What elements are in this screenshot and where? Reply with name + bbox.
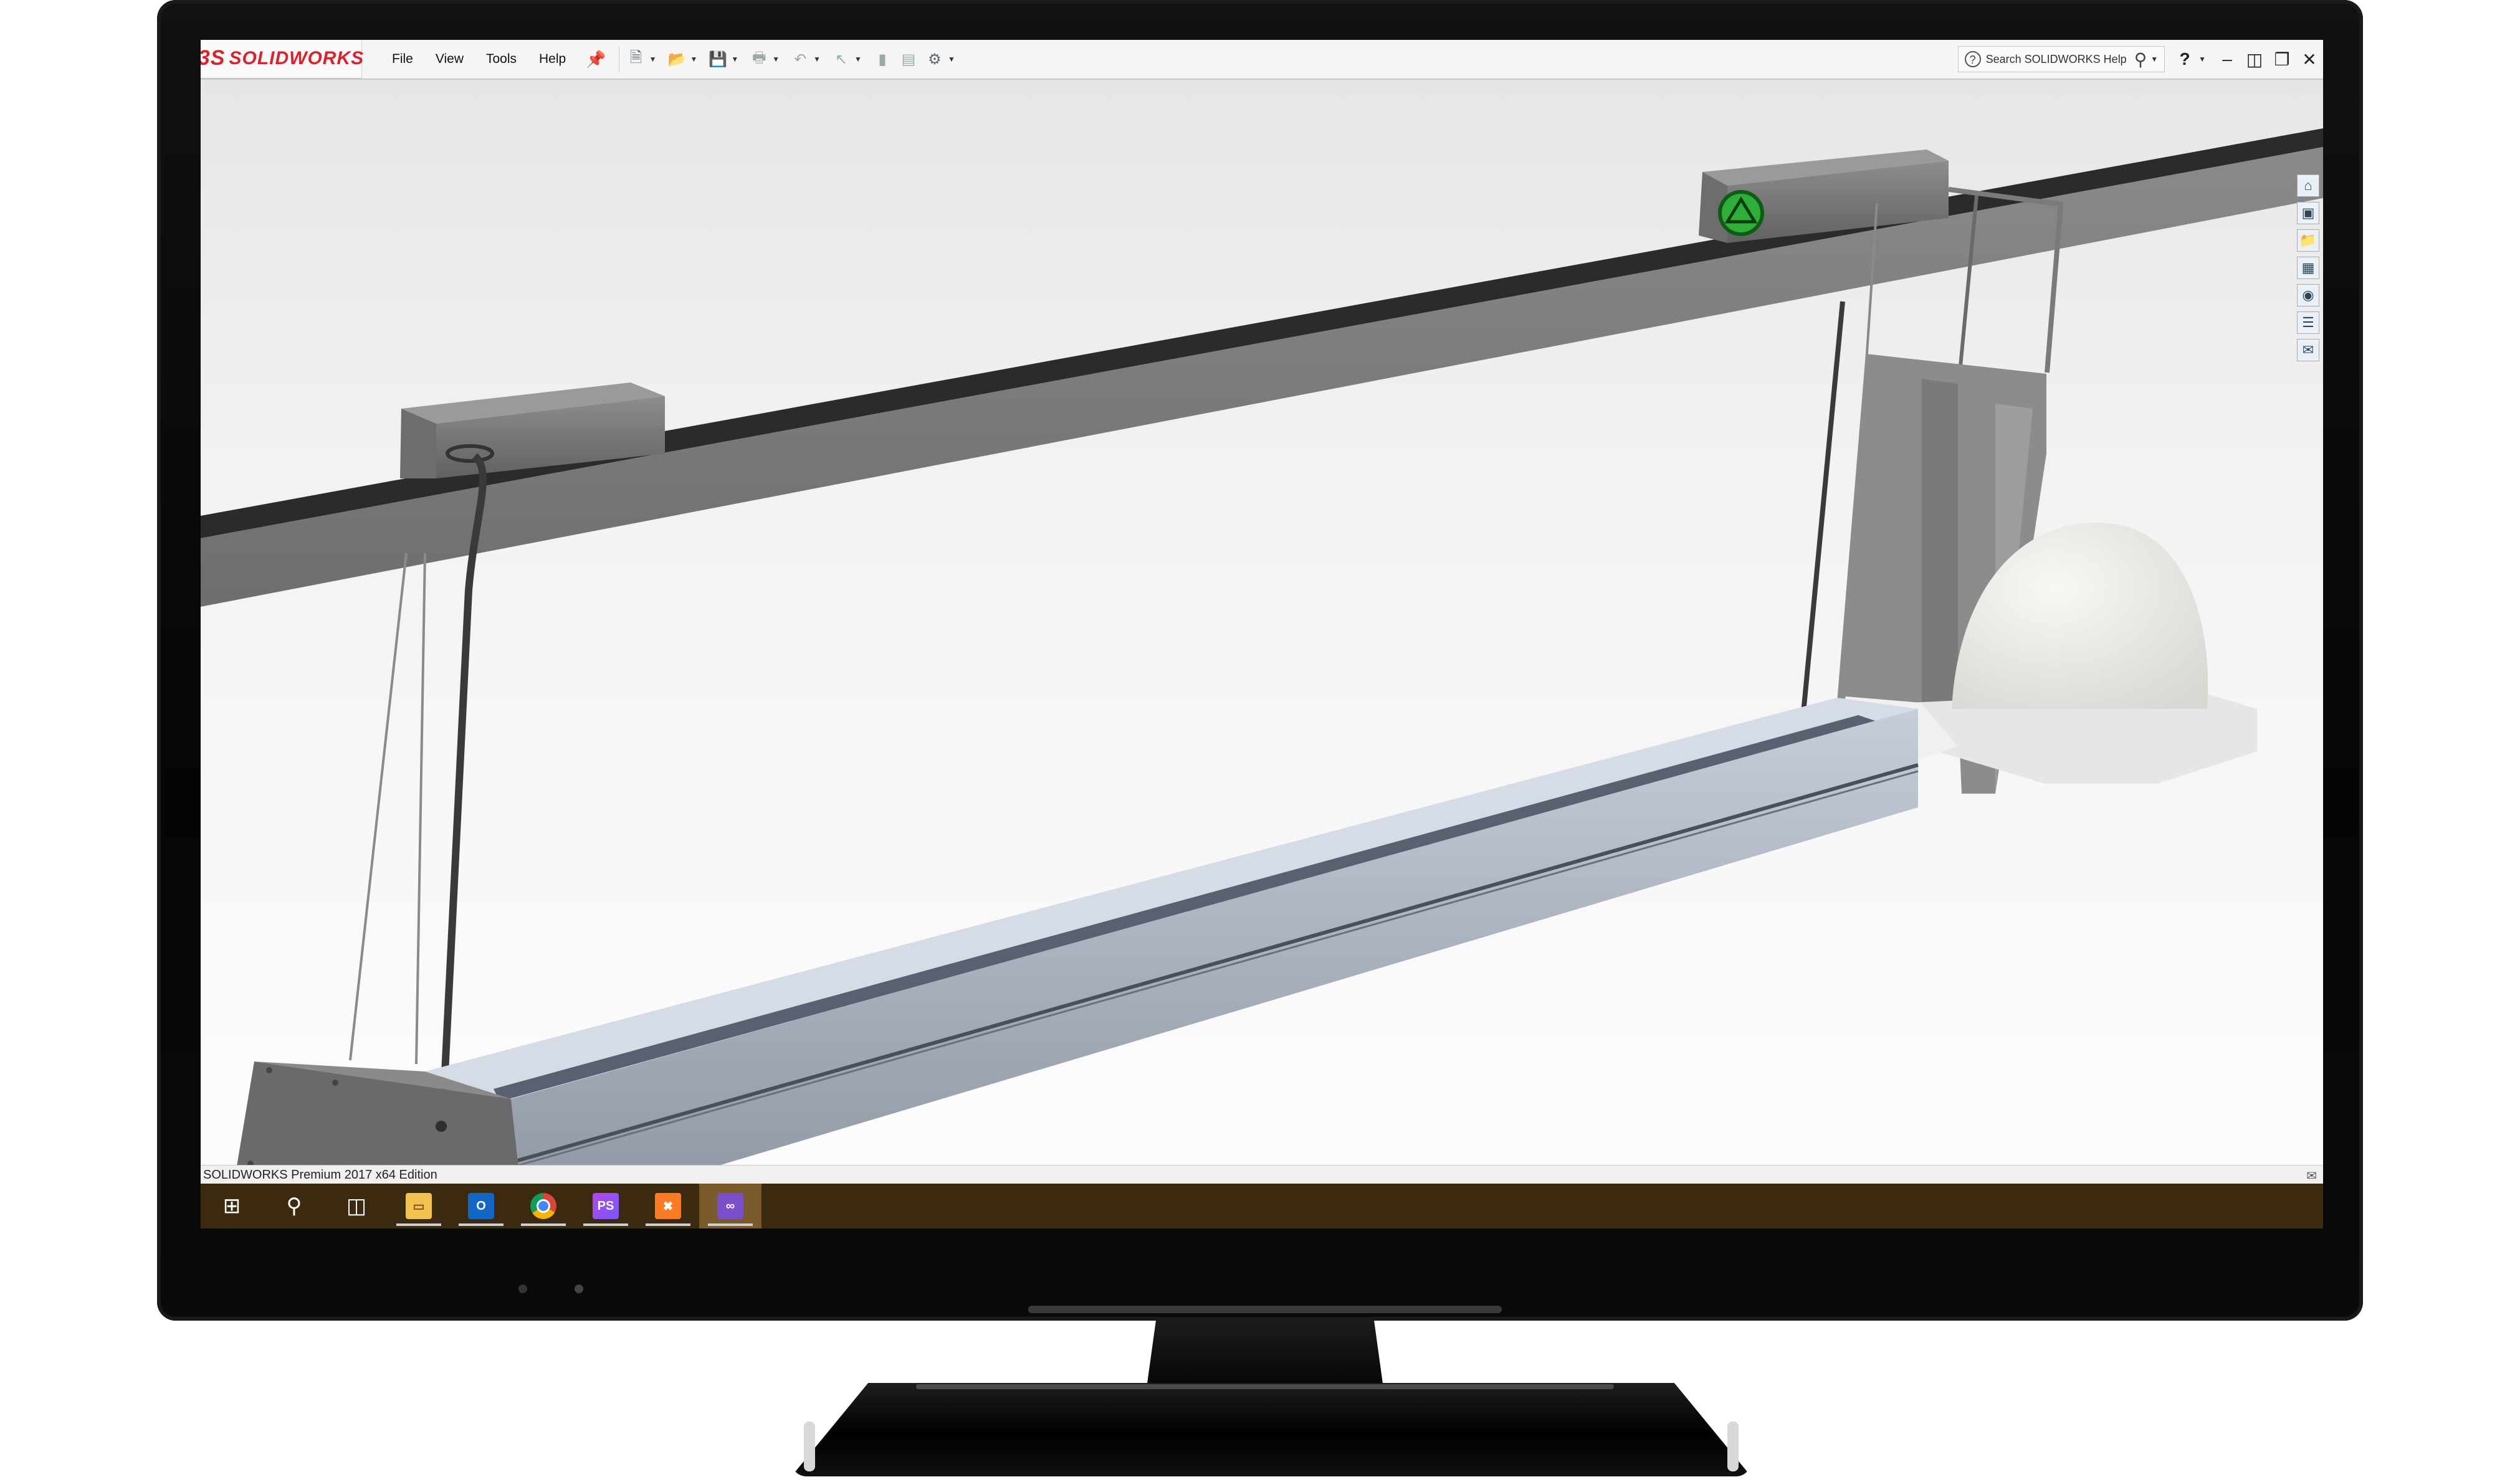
select-icon[interactable]: ↖: [831, 49, 852, 70]
graphics-area[interactable]: ⌂ ▣ 📁 ▦ ◉ ☰ ✉: [201, 80, 2323, 1223]
search-taskbar-icon[interactable]: ⚲: [263, 1184, 325, 1228]
phpstorm-taskbar-icon[interactable]: PS: [575, 1184, 637, 1228]
print-icon[interactable]: 🖶: [748, 49, 770, 70]
chrome-icon: [530, 1193, 556, 1219]
undo-dropdown-icon[interactable]: ▼: [813, 55, 821, 64]
appearances-icon[interactable]: ◉: [2297, 284, 2319, 306]
outlook-taskbar-icon[interactable]: O: [450, 1184, 512, 1228]
save-icon[interactable]: 💾: [707, 49, 728, 70]
logo-text: SOLIDWORKS: [229, 47, 365, 69]
menu-view[interactable]: View: [424, 40, 475, 78]
help-icon[interactable]: ?: [2171, 49, 2198, 69]
status-message-icon[interactable]: ✉: [2306, 1167, 2317, 1185]
visual-studio-icon: ∞: [717, 1193, 743, 1219]
start-button[interactable]: ⊞: [201, 1184, 263, 1228]
monitor-neck: [1147, 1319, 1383, 1388]
solidworks-logo[interactable]: 3S SOLIDWORKS: [201, 40, 365, 80]
tile-windows-icon[interactable]: ◫: [2241, 49, 2268, 70]
file-explorer-icon[interactable]: 📁: [2297, 229, 2319, 252]
menu-help[interactable]: Help: [528, 40, 577, 78]
pin-menu-icon[interactable]: 📌: [586, 50, 606, 69]
select-dropdown-icon[interactable]: ▼: [854, 55, 862, 64]
restore-icon[interactable]: ❐: [2268, 49, 2296, 70]
chrome-taskbar-icon[interactable]: [512, 1184, 575, 1228]
base-right-gloss: [1727, 1422, 1739, 1471]
parts-library-icon[interactable]: ▣: [2297, 202, 2319, 224]
open-dropdown-icon[interactable]: ▼: [690, 55, 697, 64]
status-text: SOLIDWORKS Premium 2017 x64 Edition: [203, 1168, 437, 1182]
options-gear-icon[interactable]: ⚙: [924, 49, 945, 70]
visual-studio-taskbar-icon[interactable]: ∞: [699, 1184, 761, 1228]
help-search-box[interactable]: ? Search SOLIDWORKS Help ⚲ ▼: [1957, 46, 2165, 72]
windows-taskbar: ⊞ ⚲ ◫ ▭ O PS ✖ ∞: [201, 1184, 2323, 1228]
base-left-gloss: [804, 1422, 815, 1471]
task-view-icon[interactable]: ◫: [325, 1184, 388, 1228]
forum-icon[interactable]: ✉: [2297, 339, 2319, 361]
task-pane-tabs: ⌂ ▣ 📁 ▦ ◉ ☰ ✉: [2293, 172, 2323, 371]
menu-tools[interactable]: Tools: [475, 40, 528, 78]
phpstorm-icon: PS: [593, 1193, 619, 1219]
close-icon[interactable]: ✕: [2296, 49, 2323, 70]
minimize-icon[interactable]: –: [2213, 49, 2241, 69]
lamp-channel: [494, 715, 1877, 1101]
outlook-icon: O: [468, 1193, 494, 1219]
new-dropdown-icon[interactable]: ▼: [649, 55, 657, 64]
base-shine: [916, 1384, 1614, 1389]
monitor-base: [791, 1383, 1751, 1476]
rebuild-icon[interactable]: ▮: [872, 49, 893, 70]
3d-model-render: [201, 128, 2323, 1223]
search-icon[interactable]: ⚲: [2134, 49, 2147, 70]
lamp-body: [511, 709, 1918, 1223]
screen: 3S SOLIDWORKS File View Tools Help 📌 🗎 ▼ …: [201, 40, 2323, 1228]
status-bar: SOLIDWORKS Premium 2017 x64 Edition ✉: [201, 1165, 2323, 1184]
file-explorer-taskbar-icon[interactable]: ▭: [388, 1184, 450, 1228]
help-dropdown-icon[interactable]: ▼: [2198, 55, 2206, 64]
lamp-top-lens: [425, 698, 1918, 1099]
menu-file[interactable]: File: [381, 40, 424, 78]
options-dropdown-icon[interactable]: ▼: [948, 55, 955, 64]
new-document-icon[interactable]: 🗎: [626, 49, 647, 70]
power-led: [518, 1285, 527, 1293]
print-dropdown-icon[interactable]: ▼: [772, 55, 780, 64]
help-search-input[interactable]: Search SOLIDWORKS Help: [1986, 53, 2127, 66]
search-dropdown-icon[interactable]: ▼: [2150, 55, 2158, 64]
open-icon[interactable]: 📂: [666, 49, 687, 70]
xampp-taskbar-icon[interactable]: ✖: [637, 1184, 699, 1228]
view-palette-icon[interactable]: ▦: [2297, 257, 2319, 279]
bezel-highlight: [1028, 1306, 1502, 1313]
power-button: [575, 1285, 583, 1293]
menu-bar: 3S SOLIDWORKS File View Tools Help 📌 🗎 ▼ …: [201, 40, 2323, 80]
ds-logo-mark: 3S: [201, 46, 226, 70]
home-icon[interactable]: ⌂: [2297, 174, 2319, 197]
xampp-icon: ✖: [655, 1193, 681, 1219]
save-dropdown-icon[interactable]: ▼: [731, 55, 738, 64]
folder-icon: ▭: [406, 1193, 432, 1219]
custom-properties-icon[interactable]: ☰: [2297, 311, 2319, 334]
undo-icon[interactable]: ↶: [790, 49, 811, 70]
help-question-icon: ?: [1964, 51, 1981, 67]
file-properties-icon[interactable]: ▤: [898, 49, 919, 70]
